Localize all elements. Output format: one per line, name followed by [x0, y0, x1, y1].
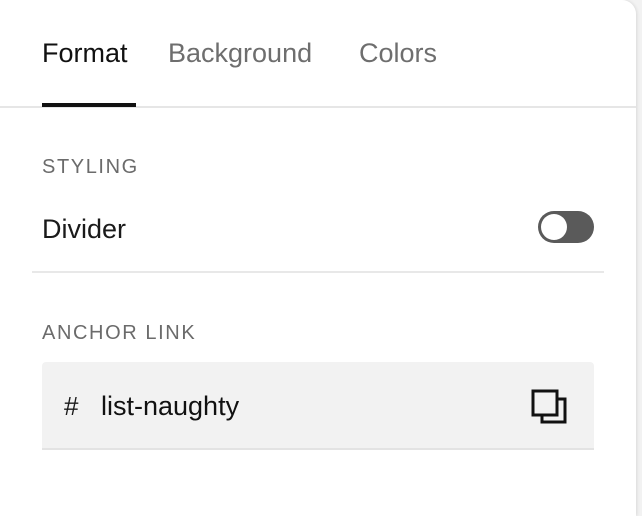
- divider-label: Divider: [42, 214, 127, 244]
- section-title-styling: STYLING: [42, 156, 139, 178]
- tab-bar: Format Background Colors: [0, 0, 636, 108]
- copy-button[interactable]: [530, 388, 570, 426]
- anchor-link-field[interactable]: # list-naughty: [42, 362, 594, 450]
- anchor-link-input[interactable]: list-naughty: [101, 389, 239, 423]
- copy-icon: [531, 389, 567, 424]
- section-title-anchor-link: ANCHOR LINK: [42, 322, 197, 344]
- toggle-knob: [541, 214, 567, 240]
- active-tab-indicator: [42, 103, 136, 107]
- tab-format[interactable]: Format: [42, 36, 128, 70]
- format-panel: Format Background Colors STYLING Divider…: [0, 0, 636, 516]
- hash-prefix: #: [64, 391, 79, 421]
- section-divider: [32, 271, 604, 273]
- tab-colors[interactable]: Colors: [359, 36, 437, 70]
- divider-toggle[interactable]: [538, 211, 594, 243]
- tab-background[interactable]: Background: [168, 36, 312, 70]
